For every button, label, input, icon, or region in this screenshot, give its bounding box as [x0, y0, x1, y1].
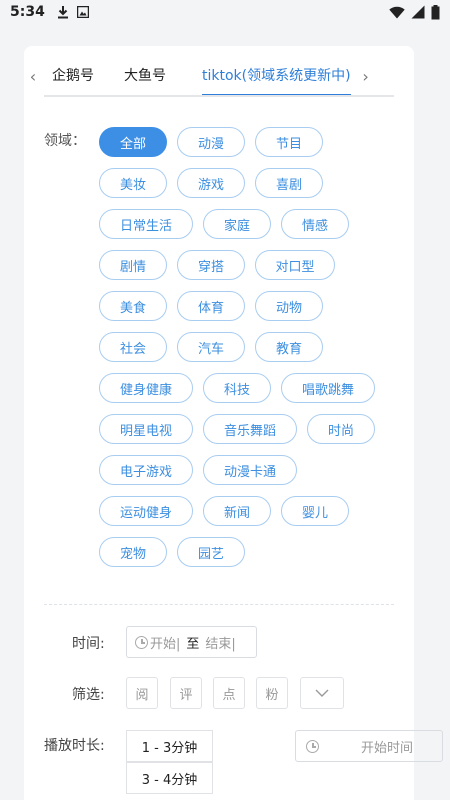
end-time-field[interactable]: 结束|	[205, 633, 235, 652]
domain-chip[interactable]: 剧情	[99, 250, 167, 280]
domain-chip[interactable]: 教育	[255, 332, 323, 362]
domain-chip[interactable]: 日常生活	[99, 209, 193, 239]
section-divider	[44, 604, 394, 605]
tabs-divider	[44, 95, 394, 97]
time-label: 时间:	[72, 636, 105, 652]
domain-chip[interactable]: 美食	[99, 291, 167, 321]
domain-chip[interactable]: 游戏	[177, 168, 245, 198]
filter-option-read[interactable]: 阅	[126, 677, 158, 709]
image-icon	[76, 6, 89, 18]
domain-chip[interactable]: 运动健身	[99, 496, 193, 526]
domain-chip[interactable]: 节目	[255, 127, 323, 157]
domain-chip[interactable]: 家庭	[203, 209, 271, 239]
domain-chip[interactable]: 明星电视	[99, 414, 193, 444]
wifi-icon	[389, 6, 405, 18]
tabs-prev-arrow-icon[interactable]: ‹	[24, 67, 42, 86]
domain-chip[interactable]: 新闻	[203, 496, 271, 526]
domain-chip[interactable]: 唱歌跳舞	[281, 373, 375, 403]
domain-chip[interactable]: 情感	[281, 209, 349, 239]
domain-chip[interactable]: 时尚	[307, 414, 375, 444]
domain-chip[interactable]: 社会	[99, 332, 167, 362]
start-time-field[interactable]: 开始|	[150, 633, 180, 652]
domain-chip[interactable]: 音乐舞蹈	[203, 414, 297, 444]
tabs-next-arrow-icon[interactable]: ›	[357, 67, 375, 86]
domain-chip[interactable]: 体育	[177, 291, 245, 321]
domain-chip[interactable]: 动物	[255, 291, 323, 321]
tab-dayu[interactable]: 大鱼号	[124, 56, 166, 96]
domain-chip[interactable]: 汽车	[177, 332, 245, 362]
download-icon	[57, 6, 68, 19]
chevron-down-icon	[315, 689, 329, 697]
tab-tiktok[interactable]: tiktok(领域系统更新中)	[202, 56, 351, 96]
status-bar: 5:34	[0, 0, 450, 24]
filter-option-fans[interactable]: 粉	[256, 677, 288, 709]
signal-icon	[411, 5, 425, 19]
start-time-placeholder: 开始时间	[361, 740, 414, 756]
time-range-input[interactable]: 开始| 至 结束|	[126, 626, 257, 658]
domain-chip[interactable]: 健身健康	[99, 373, 193, 403]
filter-dropdown[interactable]	[300, 677, 344, 709]
domain-chip[interactable]: 园艺	[177, 537, 245, 567]
domain-chip-all[interactable]: 全部	[99, 127, 167, 157]
duration-label: 播放时长:	[44, 738, 105, 754]
domain-chip[interactable]: 电子游戏	[99, 455, 193, 485]
filter-label: 筛选:	[72, 687, 105, 703]
status-time: 5:34	[10, 4, 45, 20]
platform-tabs: ‹ 企鹅号 大鱼号 tiktok(领域系统更新中) ›	[24, 56, 400, 96]
domain-chip[interactable]: 婴儿	[281, 496, 349, 526]
domain-chip[interactable]: 穿搭	[177, 250, 245, 280]
domain-label: 领域：	[44, 133, 86, 149]
duration-option[interactable]: 1 - 3分钟	[126, 730, 213, 762]
domain-chip[interactable]: 喜剧	[255, 168, 323, 198]
range-separator: 至	[186, 636, 200, 652]
duration-option[interactable]: 3 - 4分钟	[126, 762, 213, 794]
battery-icon	[431, 4, 440, 19]
domain-chip[interactable]: 动漫	[177, 127, 245, 157]
tab-qie[interactable]: 企鹅号	[52, 56, 94, 96]
clock-icon	[306, 739, 319, 753]
domain-chip[interactable]: 宠物	[99, 537, 167, 567]
domain-chip[interactable]: 对口型	[255, 250, 335, 280]
domain-chip[interactable]: 美妆	[99, 168, 167, 198]
domain-chip[interactable]: 科技	[203, 373, 271, 403]
clock-icon	[135, 635, 148, 649]
domain-chip[interactable]: 动漫卡通	[203, 455, 297, 485]
domain-chips: 全部 动漫 节目 美妆 游戏 喜剧 日常生活 家庭 情感 剧情 穿搭 对口型 美…	[99, 127, 399, 578]
filter-option-comment[interactable]: 评	[170, 677, 202, 709]
start-time-input[interactable]: 开始时间	[295, 730, 443, 762]
filter-option-like[interactable]: 点	[213, 677, 245, 709]
